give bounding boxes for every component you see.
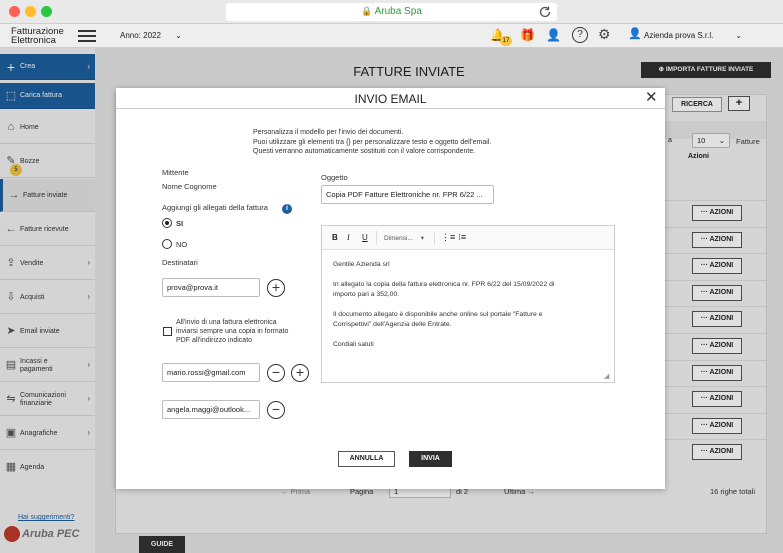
recipient-field[interactable]: mario.rossi@gmail.com [162,363,260,382]
toolbar-divider [376,231,377,245]
browser-titlebar: 🔒 Aruba Spa [0,0,783,24]
notification-badge: 17 [500,36,512,46]
minimize-window-button[interactable] [25,6,36,17]
modal-intro: Personalizza il modello per l'invio dei … [253,128,491,157]
reload-icon[interactable] [538,5,552,19]
subject-input[interactable]: Copia PDF Fatture Elettroniche nr. FPR 6… [321,185,494,204]
lock-icon: 🔒 [361,6,373,16]
underline-button[interactable]: U [362,233,368,242]
url-text: Aruba Spa [374,6,422,17]
user-icon: 👤 [628,28,642,40]
gift-icon[interactable]: 🎁 [520,28,535,42]
bulleted-list-icon[interactable]: ⁝≡ [458,232,466,243]
year-selector[interactable]: Anno: 2022 ⌄ [120,31,182,40]
email-body-text[interactable]: Gentile Azienda srl In allegato la copia… [333,260,609,368]
pdf-copy-text: All'invio di una fattura elettronica inv… [176,318,288,345]
app-topbar: Fatturazione Elettronica Anno: 2022 ⌄ 🔔 … [0,24,783,48]
chevron-down-icon: ⌄ [735,31,743,40]
cancel-button[interactable]: ANNULLA [338,451,395,467]
close-icon[interactable]: ✕ [645,88,658,106]
logo-line2: Elettronica [11,35,56,46]
info-icon[interactable]: i [282,204,292,214]
pdf-copy-line: inviarsi sempre una copia in formato [176,328,289,335]
body-paragraph: Gentile Azienda srl [333,261,390,268]
body-paragraph: Corrispettivi" dell'Agenzia delle Entrat… [333,321,452,328]
font-size-value: Dimensi... [384,235,413,242]
user-settings-icon[interactable]: 👤 [546,28,561,42]
sender-label: Mittente [162,168,189,177]
pdf-copy-line: PDF all'indirizzo indicato [176,337,253,344]
radio-yes-label: SI [176,219,184,228]
chevron-down-icon: ⌄ [175,31,182,40]
send-email-modal: INVIO EMAIL ✕ Personalizza il modello pe… [116,88,665,489]
italic-button[interactable]: I [347,233,350,242]
radio-no[interactable] [162,239,172,249]
email-body-editor: B I U Dimensi... ▾ ⋮≡ ⁝≡ Gentile Azienda… [321,225,615,383]
intro-line: Personalizza il modello per l'invio dei … [253,129,404,136]
recipients-label: Destinatari [162,258,198,267]
font-size-select[interactable]: Dimensi... ▾ [384,234,424,242]
add-recipient-button[interactable]: + [267,279,285,297]
company-selector[interactable]: Azienda prova S.r.l. ⌄ [644,31,742,40]
remove-recipient-button[interactable]: − [267,401,285,419]
intro-line: Questi verranno automaticamente sostitui… [253,148,476,155]
recipient-field[interactable]: angela.maggi@outlook... [162,400,260,419]
radio-yes[interactable] [162,218,172,228]
maximize-window-button[interactable] [41,6,52,17]
app-logo: Fatturazione Elettronica [11,27,64,46]
editor-toolbar: B I U Dimensi... ▾ ⋮≡ ⁝≡ [322,226,614,250]
pdf-copy-checkbox[interactable] [163,327,172,336]
modal-header: INVIO EMAIL ✕ [116,88,665,109]
add-recipient-button[interactable]: + [291,364,309,382]
resize-handle-icon[interactable]: ◢ [604,372,609,380]
numbered-list-icon[interactable]: ⋮≡ [441,232,455,243]
chevron-down-icon: ▾ [420,235,424,242]
body-paragraph: importo pari a 352,00. [333,291,400,298]
close-window-button[interactable] [9,6,20,17]
modal-title: INVIO EMAIL [354,92,427,106]
send-button[interactable]: INVIA [409,451,452,467]
gear-icon[interactable]: ⚙ [598,26,611,43]
body-paragraph: In allegato la copia della fattura elett… [333,281,555,288]
hamburger-menu-icon[interactable] [78,29,96,43]
address-bar[interactable]: 🔒 Aruba Spa [226,3,557,21]
radio-no-label: NO [176,240,188,249]
recipient-field[interactable]: prova@prova.it [162,278,260,297]
pdf-copy-line: All'invio di una fattura elettronica [176,319,277,326]
subject-label: Oggetto [321,173,348,182]
year-selector-value: Anno: 2022 [120,31,161,40]
company-name: Azienda prova S.r.l. [644,31,714,40]
body-paragraph: Cordiali saluti [333,341,374,348]
sender-name: Nome Cognome [162,182,217,191]
attach-label: Aggiungi gli allegati della fattura [162,203,268,212]
intro-line: Puoi utilizzare gli elementi tra {} per … [253,138,492,146]
help-icon[interactable]: ? [572,27,588,43]
body-paragraph: Il documento allegato è disponibile anch… [333,311,543,318]
remove-recipient-button[interactable]: − [267,364,285,382]
toolbar-divider [434,231,435,245]
bold-button[interactable]: B [332,233,338,242]
